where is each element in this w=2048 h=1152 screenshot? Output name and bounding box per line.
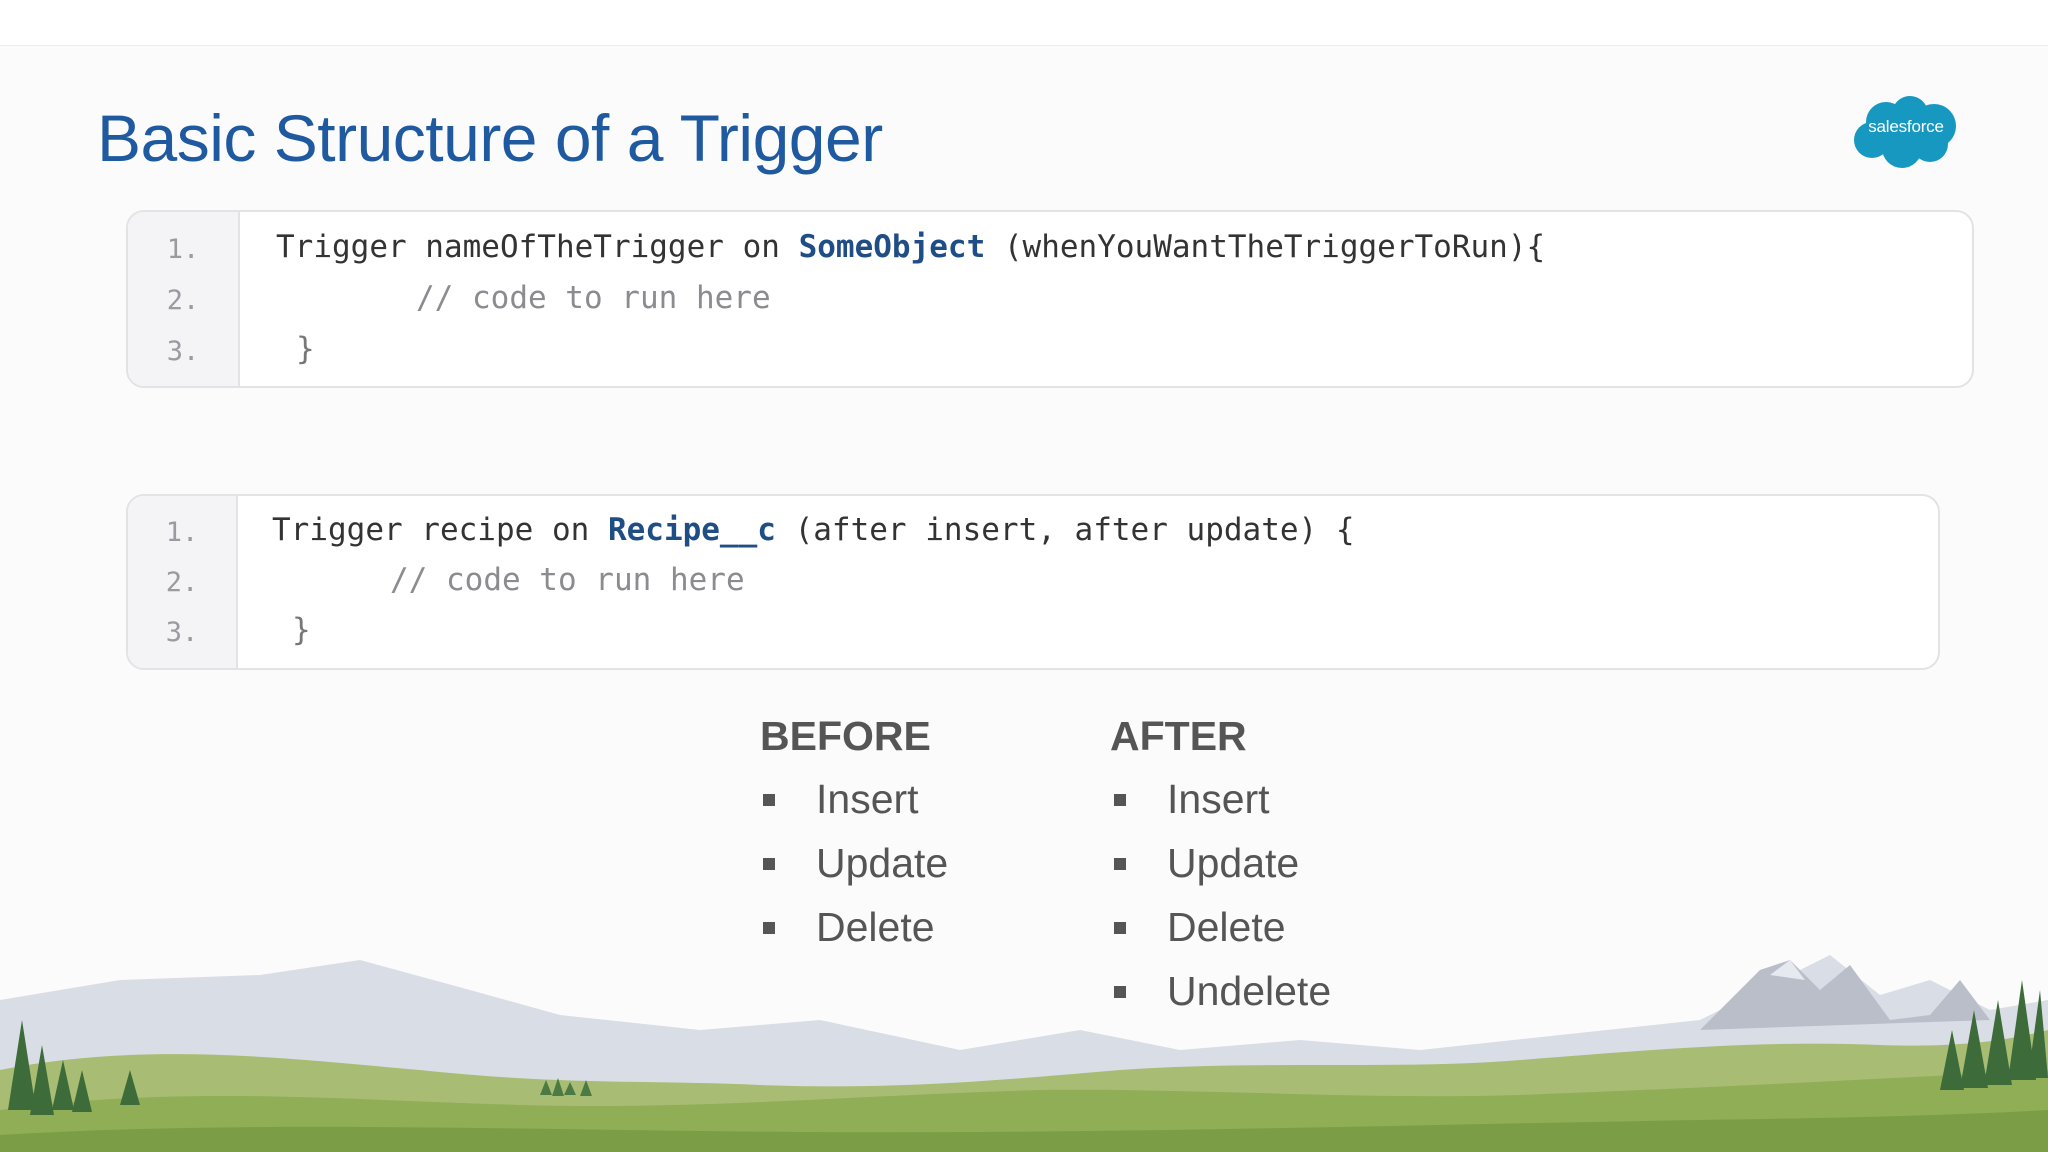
- line-number-gutter: 1. 2. 3.: [128, 212, 240, 386]
- line-number: 2.: [165, 567, 199, 598]
- object-name: SomeObject: [798, 229, 986, 265]
- line-number: 1.: [165, 517, 199, 548]
- closing-brace: }: [296, 331, 315, 367]
- after-item-update: Update: [1167, 840, 1300, 886]
- code-text: (after insert, after update) {: [775, 512, 1355, 548]
- after-item-insert: Insert: [1167, 776, 1270, 822]
- object-name: Recipe__c: [607, 512, 776, 548]
- bullet-icon: [763, 858, 775, 870]
- code-text: Trigger nameOfTheTrigger on: [276, 229, 799, 265]
- landscape-illustration: [0, 955, 2048, 1152]
- slide-title: Basic Structure of a Trigger: [97, 101, 883, 175]
- after-heading: AFTER: [1110, 713, 1247, 759]
- bullet-icon: [1114, 794, 1126, 806]
- top-bar: [0, 0, 2048, 46]
- line-number-gutter: 1. 2. 3.: [128, 496, 238, 668]
- line-number: 2.: [166, 285, 200, 316]
- line-number: 3.: [165, 617, 199, 648]
- before-item-update: Update: [816, 840, 949, 886]
- closing-brace: }: [292, 612, 311, 648]
- code-line-1: Trigger recipe on Recipe__c (after inser…: [272, 512, 1355, 548]
- code-comment: // code to run here: [390, 562, 745, 598]
- line-number: 3.: [166, 336, 200, 367]
- code-text: Trigger recipe on: [272, 512, 608, 548]
- code-comment: // code to run here: [416, 280, 771, 316]
- line-number: 1.: [166, 234, 200, 265]
- bullet-icon: [1114, 858, 1126, 870]
- code-line-1: Trigger nameOfTheTrigger on SomeObject (…: [276, 229, 1545, 265]
- before-item-insert: Insert: [816, 776, 919, 822]
- before-heading: BEFORE: [760, 713, 931, 759]
- code-text: (whenYouWantTheTriggerToRun){: [985, 229, 1546, 265]
- code-block-generic: 1. 2. 3. Trigger nameOfTheTrigger on Som…: [126, 210, 1974, 388]
- bullet-icon: [763, 794, 775, 806]
- logo-text: salesforce: [1868, 117, 1944, 136]
- code-block-example: 1. 2. 3. Trigger recipe on Recipe__c (af…: [126, 494, 1940, 670]
- slide: Basic Structure of a Trigger salesforce …: [0, 0, 2048, 1152]
